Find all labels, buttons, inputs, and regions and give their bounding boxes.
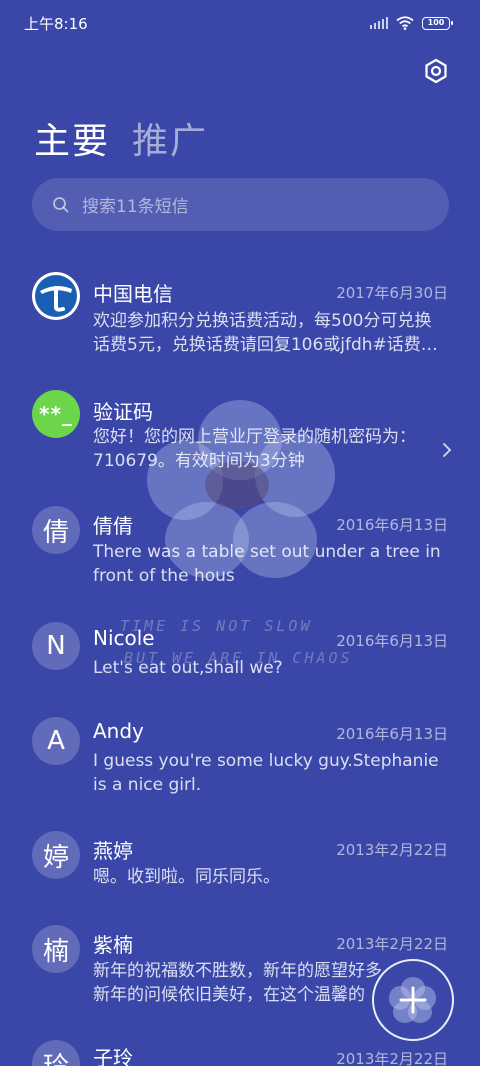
wifi-icon bbox=[396, 16, 414, 30]
avatar: N bbox=[32, 622, 80, 670]
preview-line: front of the hous bbox=[93, 566, 235, 586]
preview-line: There was a table set out under a tree i… bbox=[93, 542, 441, 562]
preview-line: I guess you're some lucky guy.Stephanie bbox=[93, 751, 439, 771]
tab-bar: 主要 推广 bbox=[34, 112, 208, 164]
search-placeholder: 搜索11条短信 bbox=[82, 197, 189, 217]
watermark-text-line: BUT WE ARE IN CHAOS bbox=[124, 649, 353, 667]
new-message-button[interactable] bbox=[372, 959, 454, 1041]
china-telecom-logo-icon bbox=[35, 275, 77, 317]
plus-icon bbox=[389, 977, 436, 1023]
message-date: 2013年2月22日 bbox=[336, 1050, 448, 1066]
status-icons: 100 bbox=[370, 16, 453, 30]
message-preview: I guess you're some lucky guy.Stephanie … bbox=[93, 749, 448, 797]
contact-name: 子玲 bbox=[93, 1046, 133, 1066]
status-time: 上午8:16 bbox=[24, 14, 88, 33]
search-icon bbox=[53, 196, 69, 212]
message-date: 2016年6月13日 bbox=[336, 516, 448, 534]
preview-line: 新年的问候依旧美好，在这个温馨的 bbox=[93, 985, 365, 1005]
signal-icon bbox=[370, 17, 388, 29]
avatar: 婷 bbox=[32, 831, 80, 879]
list-item[interactable]: 中国电信 2017年6月30日 欢迎参加积分兑换话费活动，每500分可兑换 话费… bbox=[0, 262, 480, 372]
avatar bbox=[32, 272, 80, 320]
avatar: A bbox=[32, 717, 80, 765]
message-date: 2016年6月13日 bbox=[336, 632, 448, 650]
list-item[interactable]: 倩 倩倩 2016年6月13日 There was a table set ou… bbox=[0, 496, 480, 606]
preview-line: 新年的祝福数不胜数，新年的愿望好多 bbox=[93, 961, 382, 981]
message-date: 2016年6月13日 bbox=[336, 725, 448, 743]
watermark-text-line: TIME IS NOT SLOW bbox=[120, 617, 313, 635]
preview-line: 710679。有效时间为3分钟 bbox=[93, 451, 305, 471]
chevron-right-icon[interactable] bbox=[442, 442, 452, 458]
status-bar: 上午8:16 100 bbox=[0, 0, 480, 46]
message-preview: 新年的祝福数不胜数，新年的愿望好多 新年的问候依旧美好，在这个温馨的 bbox=[93, 959, 383, 1007]
avatar: 楠 bbox=[32, 925, 80, 973]
preview-line: 话费5元，兑换话费请回复106或jfdh#话费… bbox=[93, 335, 438, 355]
search-bar[interactable]: 搜索11条短信 bbox=[32, 178, 449, 231]
contact-name: Andy bbox=[93, 719, 144, 743]
contact-name: 验证码 bbox=[93, 400, 153, 424]
preview-line: 嗯。收到啦。同乐同乐。 bbox=[93, 867, 280, 887]
tab-primary[interactable]: 主要 bbox=[34, 112, 110, 164]
preview-line: is a nice girl. bbox=[93, 775, 202, 795]
contact-name: 紫楠 bbox=[93, 933, 133, 957]
message-preview: 欢迎参加积分兑换话费活动，每500分可兑换 话费5元，兑换话费请回复106或jf… bbox=[93, 309, 448, 357]
contact-name: 燕婷 bbox=[93, 839, 133, 863]
message-date: 2017年6月30日 bbox=[336, 284, 448, 302]
list-item[interactable]: A Andy 2016年6月13日 I guess you're some lu… bbox=[0, 705, 480, 815]
battery-icon: 100 bbox=[422, 16, 453, 30]
avatar: 玲 bbox=[32, 1040, 80, 1066]
avatar: 倩 bbox=[32, 506, 80, 554]
preview-line: 欢迎参加积分兑换话费活动，每500分可兑换 bbox=[93, 311, 432, 331]
preview-line: 您好！您的网上营业厅登录的随机密码为： bbox=[93, 427, 416, 447]
avatar: **_ bbox=[32, 390, 80, 438]
message-preview: There was a table set out under a tree i… bbox=[93, 540, 448, 588]
message-date: 2013年2月22日 bbox=[336, 935, 448, 953]
message-preview: 您好！您的网上营业厅登录的随机密码为： 710679。有效时间为3分钟 bbox=[93, 425, 428, 473]
list-item[interactable]: **_ 验证码 您好！您的网上营业厅登录的随机密码为： 710679。有效时间为… bbox=[0, 380, 480, 490]
gear-icon bbox=[425, 58, 447, 84]
message-preview: 嗯。收到啦。同乐同乐。 bbox=[93, 865, 448, 889]
tab-promotions[interactable]: 推广 bbox=[132, 112, 208, 164]
battery-level: 100 bbox=[427, 17, 445, 27]
settings-button[interactable] bbox=[422, 57, 450, 85]
contact-name: 倩倩 bbox=[93, 514, 133, 538]
contact-name: 中国电信 bbox=[93, 282, 173, 306]
message-date: 2013年2月22日 bbox=[336, 841, 448, 859]
